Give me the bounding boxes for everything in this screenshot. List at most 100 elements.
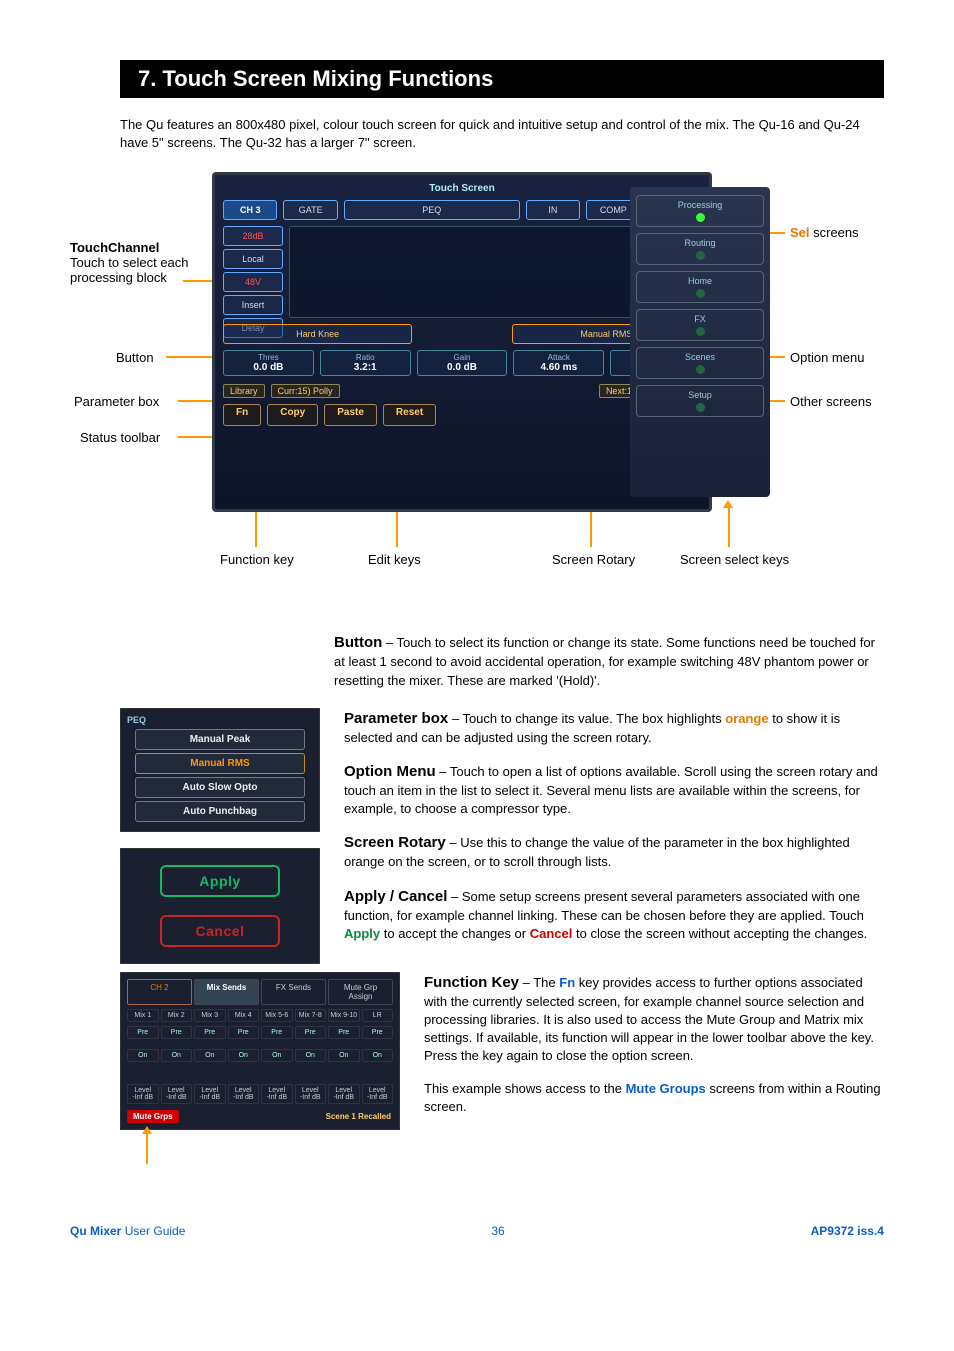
peq-label: PEQ [127, 715, 313, 725]
tab-channel[interactable]: CH 2 [127, 979, 192, 1005]
pre-toggle[interactable]: Pre [328, 1026, 360, 1039]
setup-select[interactable]: Setup [636, 385, 764, 417]
curr-scene: Curr:15) Polly [271, 384, 340, 398]
gain-readout: 28dB [223, 226, 283, 246]
compressor-type-option[interactable]: Auto Slow Opto [135, 777, 305, 798]
callout-button: Button [116, 350, 154, 365]
section-heading: 7. Touch Screen Mixing Functions [120, 60, 884, 98]
mix-header: Mix 7-8 [295, 1009, 327, 1022]
phantom-48v[interactable]: 48V [223, 272, 283, 292]
compressor-type-option[interactable]: Auto Punchbag [135, 801, 305, 822]
on-toggle[interactable]: On [228, 1049, 260, 1062]
on-toggle[interactable]: On [261, 1049, 293, 1062]
on-toggle[interactable]: On [161, 1049, 193, 1062]
apply-cancel-screenshot: Apply Cancel [120, 848, 320, 964]
pre-toggle[interactable]: Pre [194, 1026, 226, 1039]
doc-ref: AP9372 iss.4 [811, 1224, 884, 1238]
level-cell[interactable]: Level-Inf dB [127, 1084, 159, 1104]
hw-select-panel: Processing Routing Home FX Scenes Setup [630, 187, 770, 497]
pre-toggle[interactable]: Pre [127, 1026, 159, 1039]
callout-screen-select-keys: Screen select keys [680, 552, 789, 567]
processing-select[interactable]: Processing [636, 195, 764, 227]
para-fn-example: This example shows access to the Mute Gr… [424, 1080, 884, 1116]
peq-graph[interactable] [289, 226, 655, 318]
para-screen-rotary: Screen Rotary – Use this to change the v… [344, 832, 884, 871]
routing-screenshot: CH 2 Mix Sends FX Sends Mute Grp Assign … [120, 972, 400, 1130]
level-cell[interactable]: Level-Inf dB [228, 1084, 260, 1104]
mix-header: Mix 5-6 [261, 1009, 293, 1022]
parameter-value-box[interactable]: Ratio3.2:1 [320, 350, 411, 376]
arrow-icon [146, 1134, 148, 1164]
callout-edit-keys: Edit keys [368, 552, 421, 567]
level-cell[interactable]: Level-Inf dB [362, 1084, 394, 1104]
mute-grps-indicator[interactable]: Mute Grps [127, 1110, 179, 1123]
hard-knee-button[interactable]: Hard Knee [223, 324, 412, 344]
parameter-value-box[interactable]: Gain0.0 dB [417, 350, 508, 376]
mix-header: Mix 9-10 [328, 1009, 360, 1022]
parameter-value-box[interactable]: Thres0.0 dB [223, 350, 314, 376]
para-function-key: Function Key – The Fn key provides acces… [424, 972, 884, 1066]
routing-select[interactable]: Routing [636, 233, 764, 265]
pre-toggle[interactable]: Pre [261, 1026, 293, 1039]
callout-option-menu: Option menu [790, 350, 864, 365]
option-list-screenshot: PEQ Manual Peak Manual RMS Auto Slow Opto A… [120, 708, 320, 832]
pre-toggle[interactable]: Pre [295, 1026, 327, 1039]
callout-screen-rotary: Screen Rotary [552, 552, 635, 567]
on-toggle[interactable]: On [295, 1049, 327, 1062]
callout-function-key: Function key [220, 552, 294, 567]
level-cell[interactable]: Level-Inf dB [328, 1084, 360, 1104]
gate-block[interactable]: GATE [283, 200, 337, 220]
pre-toggle[interactable]: Pre [161, 1026, 193, 1039]
in-label: IN [526, 200, 580, 220]
on-toggle[interactable]: On [362, 1049, 394, 1062]
para-apply-cancel: Apply / Cancel – Some setup screens pres… [344, 886, 884, 943]
fn-key[interactable]: Fn [223, 404, 261, 426]
reset-key[interactable]: Reset [383, 404, 436, 426]
callout-parameter-box: Parameter box [74, 394, 159, 409]
paste-key[interactable]: Paste [324, 404, 377, 426]
pre-toggle[interactable]: Pre [362, 1026, 394, 1039]
tab-mix-sends[interactable]: Mix Sends [194, 979, 259, 1005]
mix-header: LR [362, 1009, 394, 1022]
library-button[interactable]: Library [223, 384, 265, 398]
on-toggle[interactable]: On [127, 1049, 159, 1062]
channel-box[interactable]: CH 3 [223, 200, 277, 220]
compressor-type-option[interactable]: Manual RMS [135, 753, 305, 774]
on-toggle[interactable]: On [194, 1049, 226, 1062]
callout-status-toolbar: Status toolbar [80, 430, 160, 445]
main-diagram: TouchChannel Touch to select each proces… [70, 172, 884, 602]
compressor-type-option[interactable]: Manual Peak [135, 729, 305, 750]
intro-paragraph: The Qu features an 800x480 pixel, colour… [120, 116, 884, 152]
page-footer: Qu Mixer User Guide 36 AP9372 iss.4 [70, 1224, 884, 1238]
callout-sel-suffix: screens [810, 225, 859, 240]
para-parameter-box: Parameter box – Touch to change its valu… [344, 708, 884, 747]
level-cell[interactable]: Level-Inf dB [295, 1084, 327, 1104]
mix-header: Mix 1 [127, 1009, 159, 1022]
cancel-button[interactable]: Cancel [160, 915, 280, 947]
mix-header: Mix 3 [194, 1009, 226, 1022]
fx-select[interactable]: FX [636, 309, 764, 341]
scenes-select[interactable]: Scenes [636, 347, 764, 379]
callout-other-screens: Other screens [790, 394, 872, 409]
on-toggle[interactable]: On [328, 1049, 360, 1062]
level-cell[interactable]: Level-Inf dB [161, 1084, 193, 1104]
peq-block[interactable]: PEQ [344, 200, 520, 220]
copy-key[interactable]: Copy [267, 404, 318, 426]
insert-button[interactable]: Insert [223, 295, 283, 315]
home-select[interactable]: Home [636, 271, 764, 303]
parameter-value-box[interactable]: Attack4.60 ms [513, 350, 604, 376]
callout-sel-prefix: Sel [790, 225, 810, 240]
mix-header: Mix 2 [161, 1009, 193, 1022]
page-number: 36 [491, 1224, 504, 1238]
pre-toggle[interactable]: Pre [228, 1026, 260, 1039]
apply-button[interactable]: Apply [160, 865, 280, 897]
mix-header: Mix 4 [228, 1009, 260, 1022]
callout-touchchannel: TouchChannel [70, 240, 205, 255]
tab-fx-sends[interactable]: FX Sends [261, 979, 326, 1005]
level-cell[interactable]: Level-Inf dB [261, 1084, 293, 1104]
level-cell[interactable]: Level-Inf dB [194, 1084, 226, 1104]
tab-mute-grp[interactable]: Mute Grp Assign [328, 979, 393, 1005]
source-local[interactable]: Local [223, 249, 283, 269]
para-option-menu: Option Menu – Touch to open a list of op… [344, 761, 884, 818]
para-button: Button – Touch to select its function or… [334, 632, 884, 689]
